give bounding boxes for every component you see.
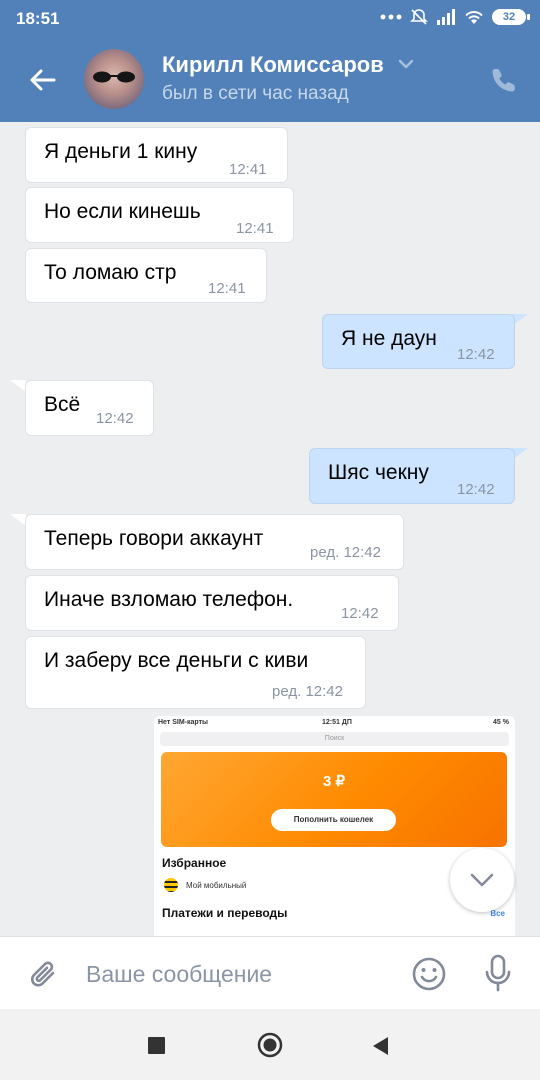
- more-dots-icon: [380, 14, 402, 20]
- contact-name[interactable]: Кирилл Комиссаров: [162, 52, 384, 78]
- message-text: Теперь говори аккаунт: [44, 527, 264, 550]
- chevron-down-icon: [470, 873, 494, 887]
- message-text: И заберу все деньги с киви: [44, 649, 309, 672]
- contact-avatar[interactable]: [84, 49, 144, 109]
- message-bubble[interactable]: Я деньги 1 кину 12:41: [25, 127, 288, 183]
- status-time: 18:51: [16, 9, 60, 28]
- message-time: 12:42: [457, 346, 495, 363]
- system-nav-bar: [0, 1009, 540, 1080]
- screenshot-search-bar: Поиск: [160, 732, 509, 746]
- screenshot-carrier: Нет SIM-карты: [158, 719, 208, 726]
- home-circle-icon[interactable]: [257, 1032, 283, 1058]
- message-bubble[interactable]: Но если кинешь 12:41: [25, 187, 294, 243]
- message-time: 12:41: [208, 280, 246, 297]
- message-text: Иначе взломаю телефон.: [44, 588, 294, 611]
- chat-header: Кирилл Комиссаров был в сети час назад: [0, 36, 540, 122]
- screenshot-search-text: Поиск: [324, 735, 345, 742]
- mute-bell-icon: [410, 9, 428, 25]
- status-bar: 18:51 32: [0, 0, 540, 36]
- qiwi-favorite-label: Мой мобильный: [186, 880, 247, 890]
- qiwi-payments-title: Платежи и переводы: [162, 906, 288, 920]
- message-bubble[interactable]: Иначе взломаю телефон. 12:42: [25, 575, 399, 631]
- message-time: 12:42: [457, 481, 495, 498]
- contact-status: был в сети час назад: [162, 83, 349, 104]
- message-bubble[interactable]: То ломаю стр 12:41: [25, 248, 267, 303]
- qiwi-balance: 3 ₽: [322, 773, 346, 790]
- screenshot-status-bar: Нет SIM-карты 12:51 ДП 45 %: [154, 716, 515, 730]
- back-arrow-icon[interactable]: [26, 64, 58, 96]
- wifi-icon: [465, 11, 483, 24]
- message-bubble[interactable]: Теперь говори аккаунт ред. 12:42: [25, 514, 404, 570]
- message-bubble[interactable]: Всё 12:42: [25, 380, 154, 436]
- screenshot-battery: 45 %: [493, 719, 509, 726]
- attach-paperclip-icon[interactable]: [26, 957, 60, 991]
- message-bubble[interactable]: Шяс чекну 12:42: [309, 448, 515, 504]
- message-time: 12:42: [96, 410, 134, 427]
- chat-area: Я деньги 1 кину 12:41 Но если кинешь 12:…: [0, 122, 540, 936]
- back-triangle-icon[interactable]: [370, 1035, 390, 1057]
- message-input-bar: Ваше сообщение: [0, 936, 540, 1010]
- phone-call-icon[interactable]: [490, 66, 518, 94]
- chevron-down-icon[interactable]: [397, 58, 415, 70]
- recents-square-icon[interactable]: [148, 1037, 165, 1054]
- bubble-tail: [10, 514, 26, 526]
- scroll-down-button[interactable]: [450, 848, 514, 912]
- message-time: 12:41: [229, 161, 267, 178]
- message-bubble[interactable]: И заберу все деньги с киви ред. 12:42: [25, 636, 366, 709]
- signal-bars-icon: [437, 9, 455, 25]
- qiwi-favorite-item: Мой мобильный: [164, 878, 246, 892]
- message-bubble[interactable]: Я не даун 12:42: [322, 314, 515, 369]
- message-time: ред. 12:42: [272, 683, 343, 700]
- message-time: 12:41: [236, 220, 274, 237]
- message-text: То ломаю стр: [44, 261, 177, 284]
- qiwi-favorites-title: Избранное: [162, 856, 227, 870]
- qiwi-all-link: Все: [490, 909, 505, 918]
- sunglasses-icon: [93, 71, 135, 83]
- bubble-tail: [10, 380, 26, 392]
- message-time: 12:42: [341, 605, 379, 622]
- emoji-smile-icon[interactable]: [411, 956, 447, 992]
- qiwi-balance-card: 3 ₽ Пополнить кошелек: [161, 752, 507, 847]
- message-text: Шяс чекну: [328, 461, 429, 484]
- message-input[interactable]: Ваше сообщение: [86, 961, 272, 988]
- message-text: Но если кинешь: [44, 200, 201, 223]
- qiwi-topup-button: Пополнить кошелек: [271, 809, 396, 831]
- microphone-icon[interactable]: [482, 953, 514, 993]
- screenshot-time: 12:51 ДП: [322, 719, 352, 726]
- message-text: Всё: [44, 393, 81, 416]
- beeline-logo-icon: [164, 878, 178, 892]
- status-icons: 32: [380, 8, 530, 26]
- message-time: ред. 12:42: [310, 544, 381, 561]
- message-text: Я не даун: [341, 327, 437, 350]
- message-text: Я деньги 1 кину: [44, 140, 198, 163]
- battery-icon: 32: [492, 9, 530, 25]
